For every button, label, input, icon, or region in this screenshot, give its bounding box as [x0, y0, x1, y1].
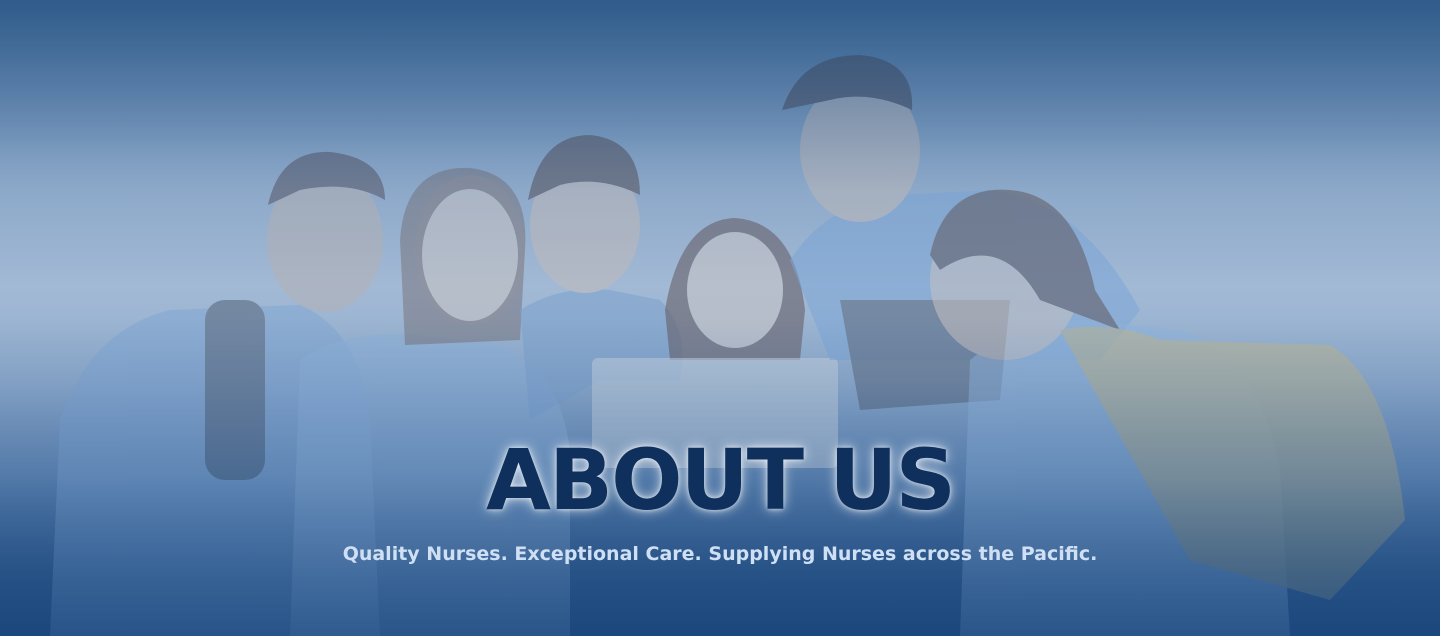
- hero-banner: ABOUT US Quality Nurses. Exceptional Car…: [0, 0, 1440, 636]
- color-overlay: [0, 0, 1440, 636]
- page-title: ABOUT US: [486, 431, 956, 529]
- tagline: Quality Nurses. Exceptional Care. Supply…: [342, 543, 1098, 565]
